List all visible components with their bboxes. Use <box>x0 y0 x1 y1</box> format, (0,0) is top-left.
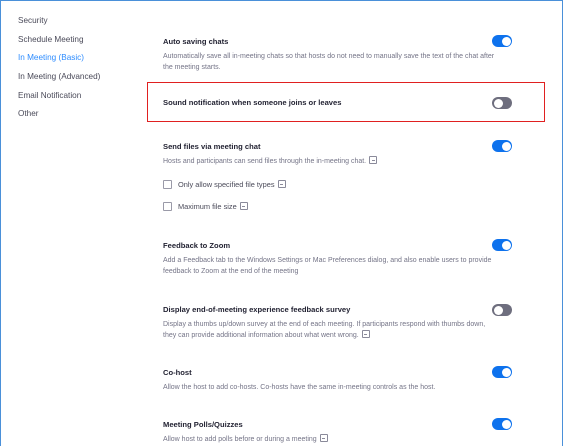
sidebar-item-schedule-meeting[interactable]: Schedule Meeting <box>18 33 128 47</box>
setting-title: Send files via meeting chat <box>163 142 261 151</box>
setting-description: Allow the host to add co-hosts. Co-hosts… <box>163 384 436 391</box>
setting-title: Meeting Polls/Quizzes <box>163 420 243 429</box>
sidebar-item-other[interactable]: Other <box>18 107 128 121</box>
setting-description: Display a thumbs up/down survey at the e… <box>163 319 498 341</box>
toggle-knob <box>493 98 503 108</box>
setting-description-text: Allow host to add polls before or during… <box>163 436 317 443</box>
toggle-knob <box>501 367 511 377</box>
setting-title: Auto saving chats <box>163 37 229 46</box>
info-icon[interactable] <box>319 434 328 443</box>
option-only-allow-file-types: Only allow specified file types <box>163 179 286 190</box>
sidebar-item-in-meeting-basic[interactable]: In Meeting (Basic) <box>18 51 128 65</box>
maximum-file-size-checkbox[interactable] <box>163 201 172 211</box>
toggle-knob <box>501 141 511 151</box>
end-of-meeting-survey-toggle[interactable] <box>492 304 512 316</box>
setting-feedback-to-zoom: Feedback to Zoom Add a Feedback tab to t… <box>163 241 523 277</box>
setting-end-of-meeting-survey: Display end-of-meeting experience feedba… <box>163 305 523 341</box>
co-host-toggle[interactable] <box>492 366 512 378</box>
setting-title: Feedback to Zoom <box>163 241 231 250</box>
auto-saving-chats-toggle[interactable] <box>492 35 512 47</box>
info-icon[interactable] <box>239 202 248 211</box>
setting-auto-saving-chats: Auto saving chats Automatically save all… <box>163 37 523 73</box>
meeting-polls-toggle[interactable] <box>492 418 512 430</box>
sidebar-item-in-meeting-advanced[interactable]: In Meeting (Advanced) <box>18 70 128 84</box>
setting-sound-notification: Sound notification when someone joins or… <box>163 98 523 107</box>
setting-description: Automatically save all in-meeting chats … <box>163 53 495 71</box>
info-icon[interactable] <box>277 180 286 189</box>
setting-description: Allow host to add polls before or during… <box>163 434 498 445</box>
feedback-to-zoom-toggle[interactable] <box>492 239 512 251</box>
option-label: Maximum file size <box>178 202 237 211</box>
setting-description: Add a Feedback tab to the Windows Settin… <box>163 257 492 275</box>
info-icon[interactable] <box>369 156 378 165</box>
send-files-toggle[interactable] <box>492 140 512 152</box>
toggle-knob <box>501 419 511 429</box>
setting-title: Sound notification when someone joins or… <box>163 98 342 107</box>
setting-co-host: Co-host Allow the host to add co-hosts. … <box>163 368 523 393</box>
option-label: Only allow specified file types <box>178 180 275 189</box>
setting-send-files: Send files via meeting chat Hosts and pa… <box>163 142 523 167</box>
settings-sidebar: Security Schedule Meeting In Meeting (Ba… <box>18 14 128 126</box>
toggle-knob <box>501 240 511 250</box>
setting-meeting-polls: Meeting Polls/Quizzes Allow host to add … <box>163 420 523 445</box>
toggle-knob <box>493 305 503 315</box>
info-icon[interactable] <box>361 330 370 339</box>
setting-title: Co-host <box>163 368 192 377</box>
setting-title: Display end-of-meeting experience feedba… <box>163 305 351 314</box>
sound-notification-toggle[interactable] <box>492 97 512 109</box>
setting-description-text: Hosts and participants can send files th… <box>163 158 367 165</box>
only-allow-file-types-checkbox[interactable] <box>163 179 172 189</box>
setting-description: Hosts and participants can send files th… <box>163 156 498 167</box>
toggle-knob <box>501 36 511 46</box>
sidebar-item-email-notification[interactable]: Email Notification <box>18 89 128 103</box>
sidebar-item-security[interactable]: Security <box>18 14 128 28</box>
option-maximum-file-size: Maximum file size <box>163 201 248 212</box>
setting-description-text: Display a thumbs up/down survey at the e… <box>163 321 486 339</box>
